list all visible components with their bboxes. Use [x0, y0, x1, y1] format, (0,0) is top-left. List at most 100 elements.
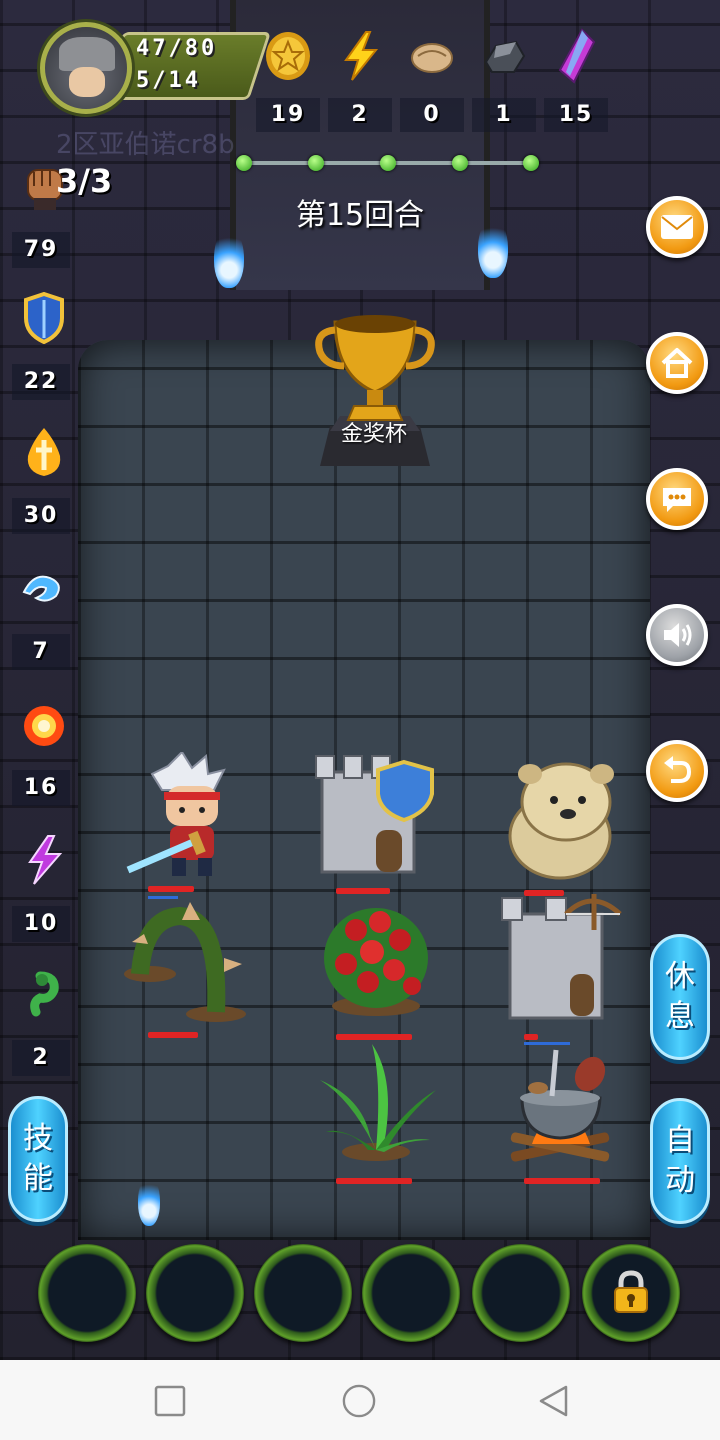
stat-attack-value: 79 — [12, 232, 70, 268]
unit-hp-bar — [148, 886, 194, 892]
stat-holy-value: 30 — [12, 498, 70, 534]
skills-button-char-2: 能 — [23, 1161, 53, 1196]
wizard-hat-icon — [59, 37, 115, 71]
round-progress-dot — [236, 155, 252, 171]
chat-button[interactable] — [646, 468, 708, 530]
unit-hp-bar — [524, 1034, 538, 1040]
stat-lightning-value: 10 — [12, 906, 70, 942]
game-stage: 47/80 5/14 19 2 0 1 15 2区亚伯诺cr8b 第15回合 7… — [0, 0, 720, 1360]
unit-cooking-pot[interactable] — [502, 1044, 632, 1184]
green-serpent-icon — [30, 971, 59, 1017]
berry-bush-sprite — [324, 908, 428, 1016]
envelope-icon — [661, 215, 693, 239]
bread-icon — [411, 43, 453, 73]
resource-crystal-value: 15 — [544, 98, 608, 132]
home-circle-icon[interactable] — [342, 1384, 376, 1418]
round-progress-dot — [380, 155, 396, 171]
stat-poison-value: 2 — [12, 1040, 70, 1076]
home-icon — [661, 348, 693, 378]
avatar-face — [69, 67, 105, 97]
blue-torch-flame-bottom — [138, 1176, 160, 1226]
cooking-pot-campfire-sprite — [510, 1049, 610, 1162]
skill-slot-1[interactable] — [38, 1244, 136, 1342]
stat-holy: 30 — [12, 426, 72, 546]
stat-fire-value: 16 — [12, 770, 70, 806]
back-triangle-icon[interactable] — [536, 1384, 570, 1418]
stat-defense: 22 — [12, 292, 72, 412]
round-progress-dot — [308, 155, 324, 171]
iron-ore-icon — [484, 40, 526, 73]
stat-water: 7 — [12, 562, 72, 682]
shield-tower-sprite — [315, 755, 434, 874]
purple-crystal-icon — [558, 28, 596, 84]
blue-torch-flame-right — [478, 218, 508, 278]
skill-slot-3[interactable] — [254, 1244, 352, 1342]
stat-poison: 2 — [12, 968, 72, 1088]
skill-slot-5[interactable] — [472, 1244, 570, 1342]
skill-slot-4[interactable] — [362, 1244, 460, 1342]
server-watermark: 2区亚伯诺cr8b — [56, 130, 235, 160]
player-energy-text: 5/14 — [136, 68, 201, 93]
unit-shield-tower[interactable] — [308, 742, 438, 894]
attack-count: 3/3 — [56, 162, 113, 200]
unit-berry-bush[interactable] — [316, 894, 446, 1040]
auto-button-char-1: 自 — [665, 1123, 695, 1158]
resource-bread-value: 0 — [400, 98, 464, 132]
unit-hp-bar — [148, 1032, 198, 1038]
unit-hero-swordsman[interactable] — [122, 750, 252, 899]
skill-slot-6-locked[interactable] — [582, 1244, 680, 1342]
water-wave-icon — [22, 575, 60, 602]
rest-button-char-1: 休 — [665, 959, 695, 994]
resource-crystal: 15 — [544, 28, 608, 132]
round-progress-dot — [523, 155, 539, 171]
undo-arrow-icon — [664, 756, 692, 783]
hero-swordsman-sprite — [126, 750, 226, 876]
padlock-icon — [614, 1270, 648, 1313]
fire-burst-icon — [24, 706, 64, 746]
resource-gold-value: 19 — [256, 98, 320, 132]
chow-dog-sprite — [508, 762, 614, 880]
auto-button-char-2: 动 — [665, 1163, 695, 1198]
skill-slot-2[interactable] — [146, 1244, 244, 1342]
gold-coin-icon — [266, 32, 310, 80]
auto-button[interactable]: 自 动 — [650, 1098, 710, 1224]
resource-lightning-value: 2 — [328, 98, 392, 132]
stat-lightning: 10 — [12, 834, 72, 954]
shield-icon — [24, 292, 64, 344]
unit-grass-plant[interactable] — [312, 1040, 442, 1184]
speaker-icon — [664, 623, 692, 647]
unit-hp-bar — [336, 1178, 412, 1184]
resource-iron-value: 1 — [472, 98, 536, 132]
resource-iron: 1 — [472, 28, 536, 132]
skills-button[interactable]: 技 能 — [8, 1096, 68, 1222]
holy-flame-icon — [27, 428, 61, 476]
chat-bubble-icon — [663, 488, 691, 512]
unit-crossbow-tower[interactable] — [496, 888, 626, 1045]
purple-lightning-icon — [28, 835, 63, 885]
resource-lightning: 2 — [328, 28, 392, 132]
unit-hp-bar — [524, 1178, 600, 1184]
system-navigation-bar — [0, 1360, 720, 1440]
home-button[interactable] — [646, 332, 708, 394]
blue-torch-flame-left — [214, 228, 244, 288]
unit-thorn-vine[interactable] — [120, 898, 250, 1038]
player-hp-text: 47/80 — [136, 36, 218, 61]
round-progress-dot — [452, 155, 468, 171]
grass-plant-sprite — [320, 1044, 436, 1161]
lightning-icon — [344, 31, 379, 81]
sound-button[interactable] — [646, 604, 708, 666]
player-avatar[interactable] — [40, 22, 132, 114]
mail-button[interactable] — [646, 196, 708, 258]
unit-chow-dog[interactable] — [500, 756, 630, 896]
stat-defense-value: 22 — [12, 364, 70, 400]
rest-button[interactable]: 休 息 — [650, 934, 710, 1060]
skills-button-char-1: 技 — [23, 1121, 53, 1156]
undo-button[interactable] — [646, 740, 708, 802]
thorn-vine-sprite — [124, 902, 246, 1022]
trophy-label: 金奖杯 — [340, 422, 407, 447]
gold-trophy[interactable] — [310, 306, 440, 476]
rest-button-char-2: 息 — [665, 999, 695, 1034]
recent-apps-icon[interactable] — [153, 1384, 187, 1418]
resource-gold: 19 — [256, 28, 320, 132]
crossbow-tower-sprite — [501, 894, 622, 1020]
